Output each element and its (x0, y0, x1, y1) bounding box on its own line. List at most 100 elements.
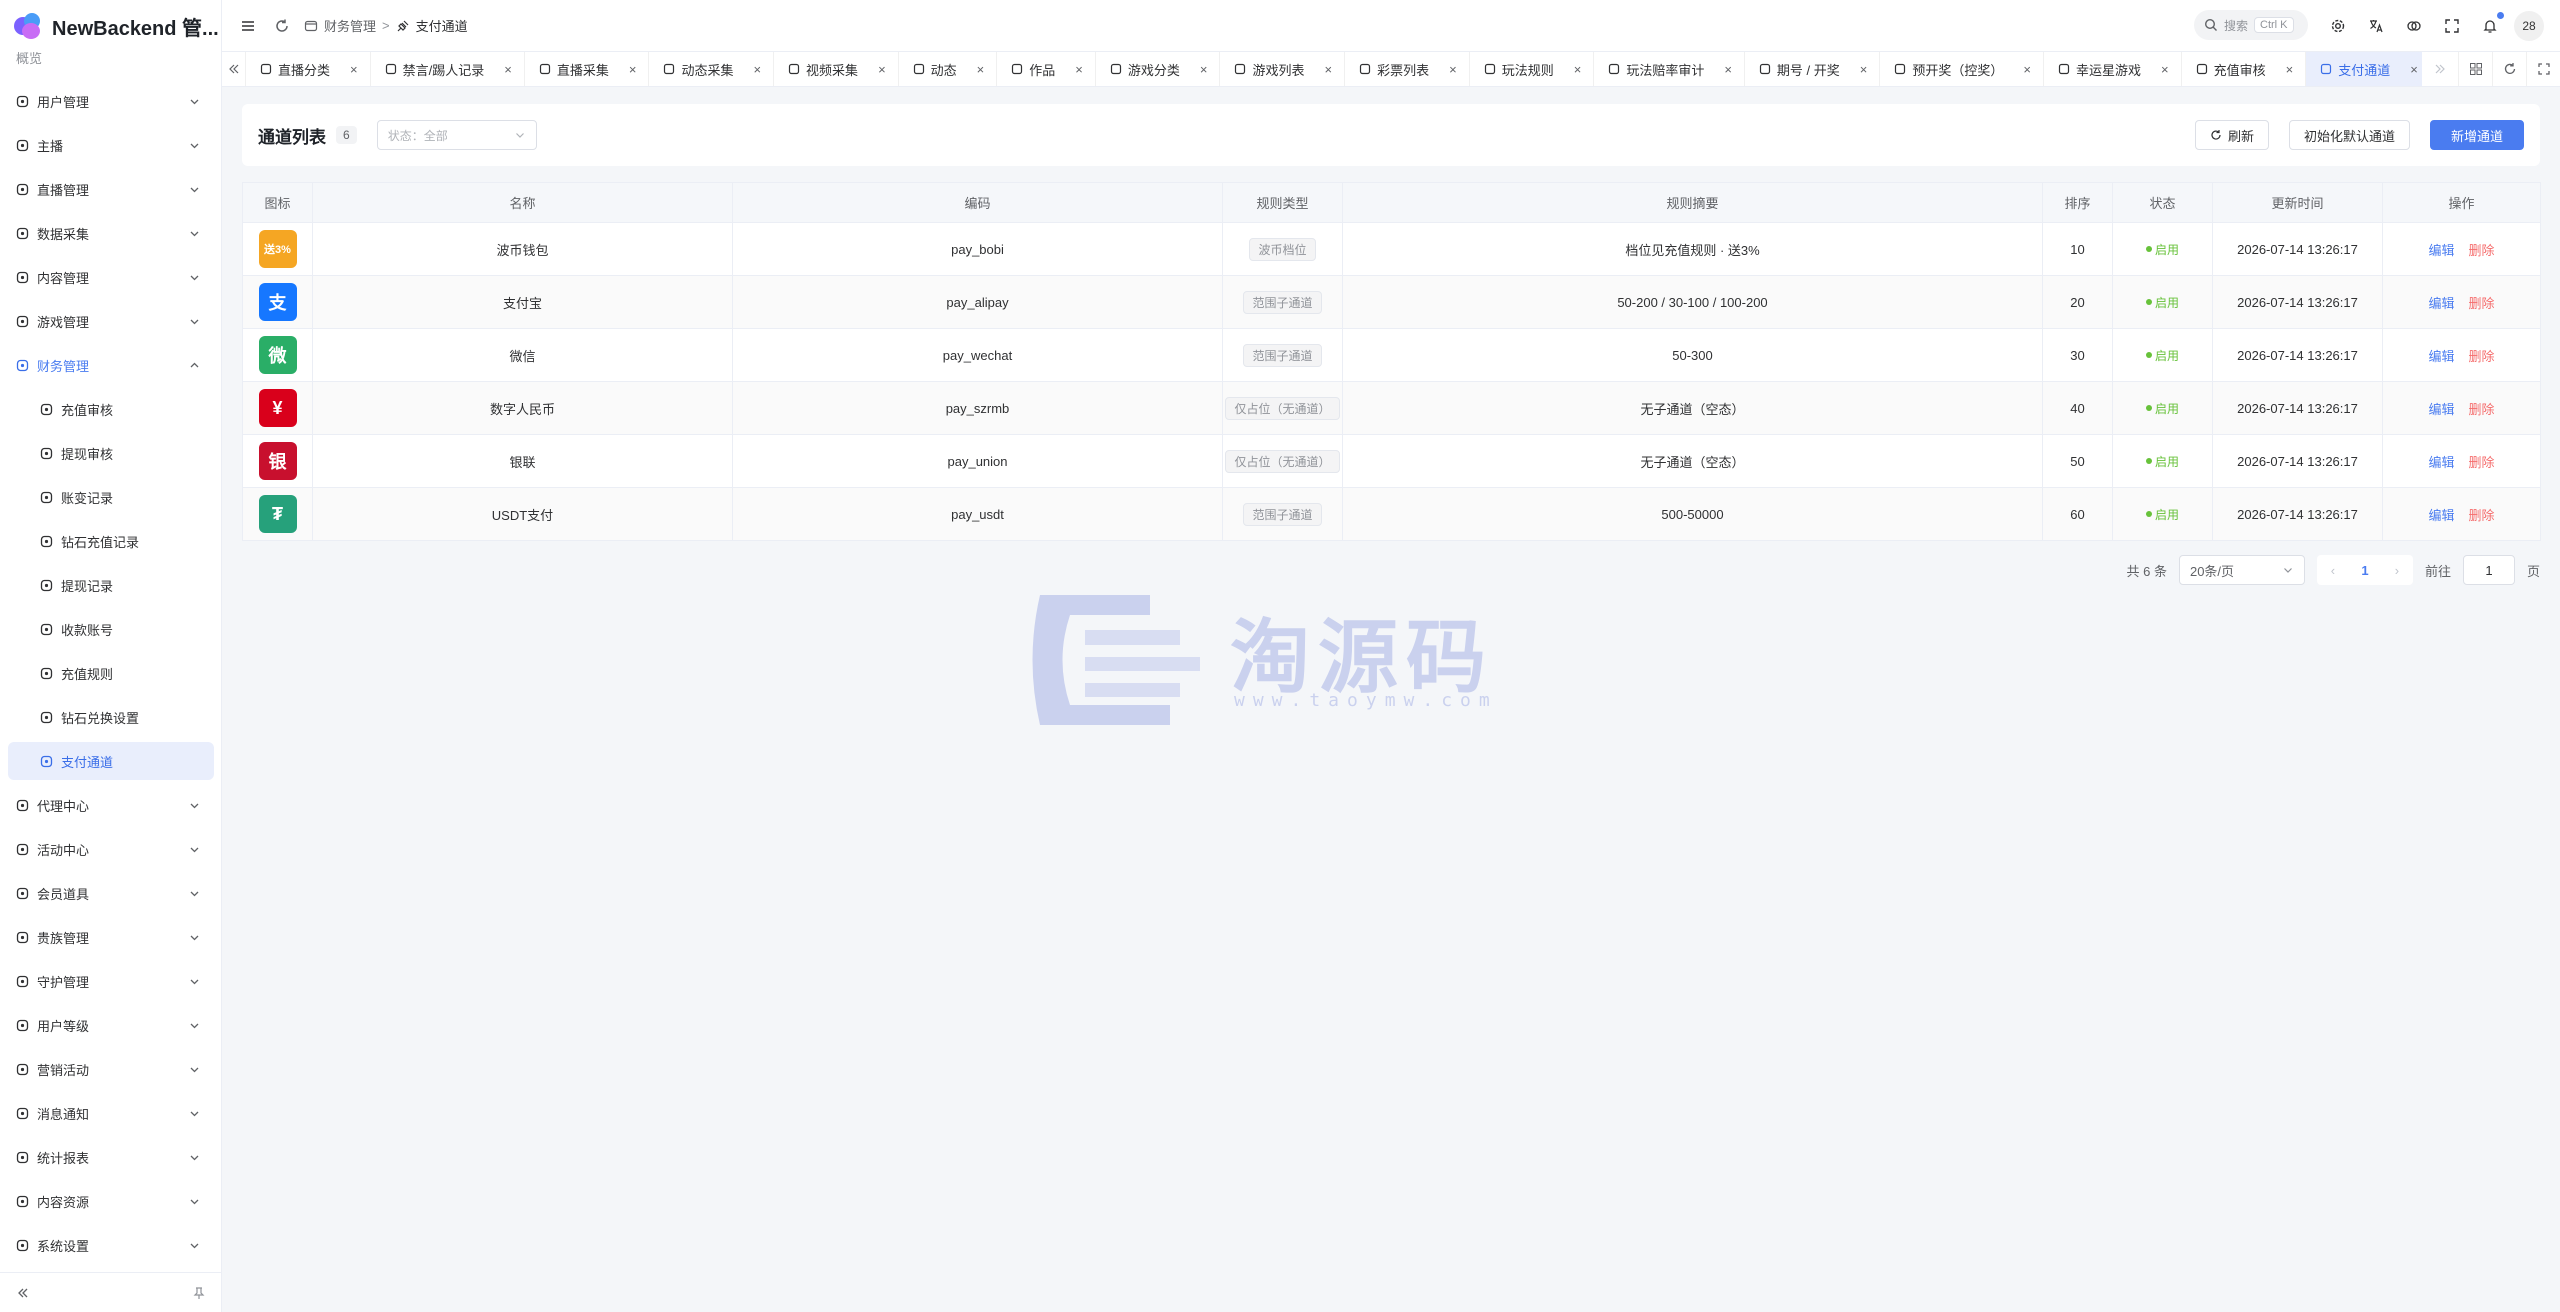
reload-icon[interactable] (268, 12, 296, 40)
close-icon[interactable]: × (2023, 62, 2031, 77)
sidebar-item-27[interactable]: 系统设置 (8, 1226, 214, 1264)
prev-page-icon[interactable]: ‹ (2317, 563, 2349, 578)
tabs-scroll-right-icon[interactable] (2422, 52, 2458, 86)
sidebar-item-3[interactable]: 直播管理 (8, 170, 214, 208)
tab-13[interactable]: 期号 / 开奖 × (1745, 52, 1881, 86)
delete-button[interactable]: 删除 (2469, 508, 2495, 523)
sidebar-item-26[interactable]: 内容资源 (8, 1182, 214, 1220)
sidebar-item-22[interactable]: 用户等级 (8, 1006, 214, 1044)
sidebar-item-24[interactable]: 消息通知 (8, 1094, 214, 1132)
refresh-button[interactable]: 刷新 (2194, 120, 2269, 150)
page-number-current[interactable]: 1 (2349, 563, 2381, 578)
tabs-maximize-icon[interactable] (2526, 52, 2560, 86)
tab-3[interactable]: 直播采集 × (525, 52, 650, 86)
close-icon[interactable]: × (2410, 62, 2418, 77)
close-icon[interactable]: × (1449, 62, 1457, 77)
sidebar-item-11[interactable]: 钻石充值记录 (8, 522, 214, 560)
tab-10[interactable]: 彩票列表 × (1345, 52, 1470, 86)
tab-17[interactable]: 支付通道 × (2306, 52, 2422, 86)
edit-button[interactable]: 编辑 (2428, 455, 2454, 470)
close-icon[interactable]: × (753, 62, 761, 77)
sidebar-item-19[interactable]: 会员道具 (8, 874, 214, 912)
sidebar-item-12[interactable]: 提现记录 (8, 566, 214, 604)
tab-4[interactable]: 动态采集 × (649, 52, 775, 86)
sidebar-item-18[interactable]: 活动中心 (8, 830, 214, 868)
global-search[interactable]: 搜索 Ctrl K (2194, 10, 2308, 40)
sidebar-item-2[interactable]: 主播 (8, 126, 214, 164)
sidebar-item-7[interactable]: 财务管理 (8, 346, 214, 384)
tab-11[interactable]: 玩法规则 × (1470, 52, 1595, 86)
tab-9[interactable]: 游戏列表 × (1220, 52, 1346, 86)
close-icon[interactable]: × (1860, 62, 1868, 77)
notification-bell-icon[interactable] (2476, 12, 2504, 40)
tab-2[interactable]: 禁言/踢人记录 × (371, 52, 525, 86)
sidebar-item-5[interactable]: 内容管理 (8, 258, 214, 296)
sidebar-item-20[interactable]: 贵族管理 (8, 918, 214, 956)
edit-button[interactable]: 编辑 (2428, 349, 2454, 364)
goto-page-input[interactable]: 1 (2462, 555, 2515, 585)
sidebar-item-23[interactable]: 营销活动 (8, 1050, 214, 1088)
close-icon[interactable]: × (977, 62, 985, 77)
close-icon[interactable]: × (504, 62, 512, 77)
next-page-icon[interactable]: › (2381, 563, 2413, 578)
tab-15[interactable]: 幸运星游戏 × (2044, 52, 2182, 86)
tab-12[interactable]: 玩法赔率审计 × (1594, 52, 1745, 86)
close-icon[interactable]: × (1200, 62, 1208, 77)
sidebar-item-15[interactable]: 钻石兑换设置 (8, 698, 214, 736)
sidebar-item-21[interactable]: 守护管理 (8, 962, 214, 1000)
sidebar-item-6[interactable]: 游戏管理 (8, 302, 214, 340)
sidebar-item-17[interactable]: 代理中心 (8, 786, 214, 824)
sidebar-item-10[interactable]: 账变记录 (8, 478, 214, 516)
collapse-sidebar-icon[interactable] (16, 1286, 30, 1300)
edit-button[interactable]: 编辑 (2428, 402, 2454, 417)
delete-button[interactable]: 删除 (2469, 243, 2495, 258)
sidebar-item-8[interactable]: 充值审核 (8, 390, 214, 428)
close-icon[interactable]: × (350, 62, 358, 77)
avatar[interactable]: 28 (2514, 11, 2544, 41)
tab-6[interactable]: 动态 × (899, 52, 998, 86)
close-icon[interactable]: × (2161, 62, 2169, 77)
close-icon[interactable]: × (2286, 62, 2294, 77)
sidebar-item-16[interactable]: 支付通道 (8, 742, 214, 780)
tabs-refresh-icon[interactable] (2492, 52, 2526, 86)
sidebar-item-1[interactable]: 用户管理 (8, 82, 214, 120)
close-icon[interactable]: × (878, 62, 886, 77)
settings-gear-icon[interactable] (2324, 12, 2352, 40)
status-filter-select[interactable]: 状态：全部 (376, 120, 537, 150)
close-icon[interactable]: × (1724, 62, 1732, 77)
sidebar-item-overview[interactable]: 概览 (8, 52, 214, 76)
breadcrumb-item[interactable]: 财务管理 (324, 16, 376, 35)
close-icon[interactable]: × (1075, 62, 1083, 77)
close-icon[interactable]: × (1325, 62, 1333, 77)
init-default-channels-button[interactable]: 初始化默认通道 (2288, 120, 2410, 150)
edit-button[interactable]: 编辑 (2428, 296, 2454, 311)
tab-8[interactable]: 游戏分类 × (1096, 52, 1221, 86)
fullscreen-icon[interactable] (2438, 12, 2466, 40)
close-icon[interactable]: × (1574, 62, 1582, 77)
tab-16[interactable]: 充值审核 × (2182, 52, 2307, 86)
theme-icon[interactable] (2400, 12, 2428, 40)
edit-button[interactable]: 编辑 (2428, 508, 2454, 523)
close-icon[interactable]: × (629, 62, 637, 77)
translate-icon[interactable] (2362, 12, 2390, 40)
menu-toggle-icon[interactable] (234, 12, 262, 40)
delete-button[interactable]: 删除 (2469, 455, 2495, 470)
tab-5[interactable]: 视频采集 × (774, 52, 899, 86)
sidebar-item-25[interactable]: 统计报表 (8, 1138, 214, 1176)
sidebar-item-9[interactable]: 提现审核 (8, 434, 214, 472)
add-channel-button[interactable]: 新增通道 (2429, 120, 2524, 150)
tab-7[interactable]: 作品 × (997, 52, 1096, 86)
sidebar-item-4[interactable]: 数据采集 (8, 214, 214, 252)
pin-icon[interactable] (192, 1286, 206, 1300)
sidebar-item-14[interactable]: 充值规则 (8, 654, 214, 692)
edit-button[interactable]: 编辑 (2428, 243, 2454, 258)
tabs-scroll-left-icon[interactable] (222, 52, 246, 86)
brand[interactable]: NewBackend 管... (0, 0, 221, 52)
delete-button[interactable]: 删除 (2469, 402, 2495, 417)
sidebar-item-13[interactable]: 收款账号 (8, 610, 214, 648)
page-size-select[interactable]: 20条/页 (2178, 555, 2305, 585)
tabs-grid-icon[interactable] (2458, 52, 2492, 86)
tab-14[interactable]: 预开奖（控奖） × (1880, 52, 2044, 86)
tab-1[interactable]: 直播分类 × (246, 52, 371, 86)
delete-button[interactable]: 删除 (2469, 296, 2495, 311)
